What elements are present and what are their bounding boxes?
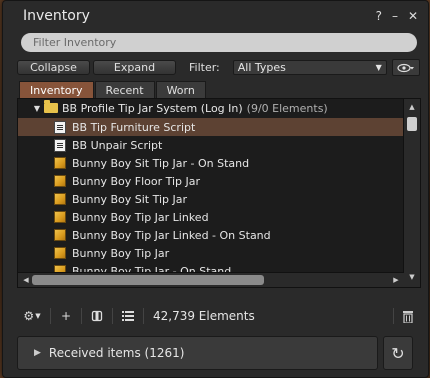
horizontal-scroll-thumb[interactable]: [32, 275, 264, 285]
tree-item[interactable]: BB Tip Furniture Script: [18, 118, 420, 136]
tree-item[interactable]: Bunny Boy Tip Jar Linked: [18, 208, 420, 226]
tree-item-label: Bunny Boy Sit Tip Jar - On Stand: [72, 156, 250, 170]
trash-button[interactable]: [397, 307, 419, 325]
filter-inventory-input[interactable]: [21, 33, 417, 52]
gear-menu-button[interactable]: ⚙ ▼: [17, 307, 47, 325]
help-icon[interactable]: ?: [376, 9, 382, 23]
tree-item[interactable]: Bunny Boy Sit Tip Jar: [18, 190, 420, 208]
divider: [50, 308, 51, 324]
trash-icon: [403, 310, 413, 323]
add-button[interactable]: +: [54, 307, 78, 325]
filter-label: Filter:: [189, 61, 220, 74]
list-icon: [122, 311, 134, 321]
horizontal-scrollbar[interactable]: ◀ ▶: [18, 272, 404, 287]
element-count: 42,739 Elements: [153, 309, 255, 323]
minimize-icon[interactable]: –: [392, 9, 398, 23]
folder-count: (9/0 Elements): [246, 101, 328, 115]
divider: [393, 308, 394, 324]
scroll-down-icon[interactable]: ▼: [404, 271, 420, 283]
folder-name: BB Profile Tip Jar System (Log In): [62, 101, 243, 115]
tree-item-label: Bunny Boy Floor Tip Jar: [72, 174, 201, 188]
list-view-button[interactable]: [116, 307, 140, 325]
eye-icon: [397, 63, 414, 72]
divider: [81, 308, 82, 324]
received-items-panel[interactable]: ▶ Received items (1261): [17, 336, 378, 370]
collapse-button[interactable]: Collapse: [17, 60, 90, 75]
divider: [143, 308, 144, 324]
divider: [112, 308, 113, 324]
script-icon: [54, 120, 66, 134]
tab-worn[interactable]: Worn: [155, 81, 206, 99]
chevron-down-icon: ▼: [35, 312, 41, 320]
expand-arrow-icon: ▶: [34, 348, 41, 358]
object-icon: [54, 193, 66, 205]
tree-item-label: Bunny Boy Tip Jar Linked: [72, 210, 209, 224]
tree-item-label: BB Unpair Script: [72, 138, 163, 152]
filter-type-select[interactable]: All Types ▼: [232, 60, 387, 75]
show-filters-button[interactable]: [85, 307, 109, 325]
filter-type-value: All Types: [237, 61, 286, 74]
vertical-scrollbar[interactable]: ▲ ▼: [403, 99, 420, 287]
vertical-scroll-thumb[interactable]: [407, 117, 417, 131]
refresh-icon: ↻: [391, 343, 405, 363]
received-items-label: Received items (1261): [48, 346, 185, 360]
title-bar[interactable]: Inventory ? – ✕: [3, 1, 428, 31]
object-icon: [54, 157, 66, 169]
gear-icon: ⚙: [23, 309, 35, 323]
tab-inventory[interactable]: Inventory: [19, 81, 94, 99]
window-title: Inventory: [23, 8, 90, 24]
tree-item[interactable]: Bunny Boy Tip Jar Linked - On Stand: [18, 226, 420, 244]
scroll-left-icon[interactable]: ◀: [20, 273, 32, 287]
folder-open-icon: [44, 100, 58, 113]
close-icon[interactable]: ✕: [408, 9, 418, 23]
tree-item-label: Bunny Boy Tip Jar Linked - On Stand: [72, 228, 271, 242]
tree-item[interactable]: Bunny Boy Tip Jar: [18, 244, 420, 262]
tree-item[interactable]: Bunny Boy Floor Tip Jar: [18, 172, 420, 190]
tree-item-label: Bunny Boy Sit Tip Jar: [72, 192, 188, 206]
chevron-down-icon: ▼: [375, 63, 382, 72]
expand-button[interactable]: Expand: [93, 60, 176, 75]
refresh-button[interactable]: ↻: [383, 336, 413, 370]
scroll-right-icon[interactable]: ▶: [390, 273, 402, 287]
view-options-button[interactable]: [391, 59, 420, 76]
bottom-toolbar: ⚙ ▼ + 42,739 Elements: [17, 306, 419, 326]
object-icon: [54, 175, 66, 187]
tree-item[interactable]: Bunny Boy Sit Tip Jar - On Stand: [18, 154, 420, 172]
object-icon: [54, 247, 66, 259]
tree-item-label: BB Tip Furniture Script: [72, 120, 196, 134]
object-icon: [54, 211, 66, 223]
tab-recent[interactable]: Recent: [94, 81, 155, 99]
object-icon: [54, 229, 66, 241]
script-icon: [54, 138, 66, 152]
plus-icon: +: [60, 309, 72, 323]
tree-item[interactable]: BB Unpair Script: [18, 136, 420, 154]
tree-item-label: Bunny Boy Tip Jar: [72, 246, 170, 260]
tree-folder-row[interactable]: ▼ BB Profile Tip Jar System (Log In) (9/…: [18, 99, 417, 117]
expand-arrow-icon[interactable]: ▼: [32, 104, 42, 113]
scroll-up-icon[interactable]: ▲: [404, 101, 420, 113]
inventory-icon: [91, 310, 103, 322]
inventory-tree[interactable]: ▼ BB Profile Tip Jar System (Log In) (9/…: [17, 98, 421, 288]
